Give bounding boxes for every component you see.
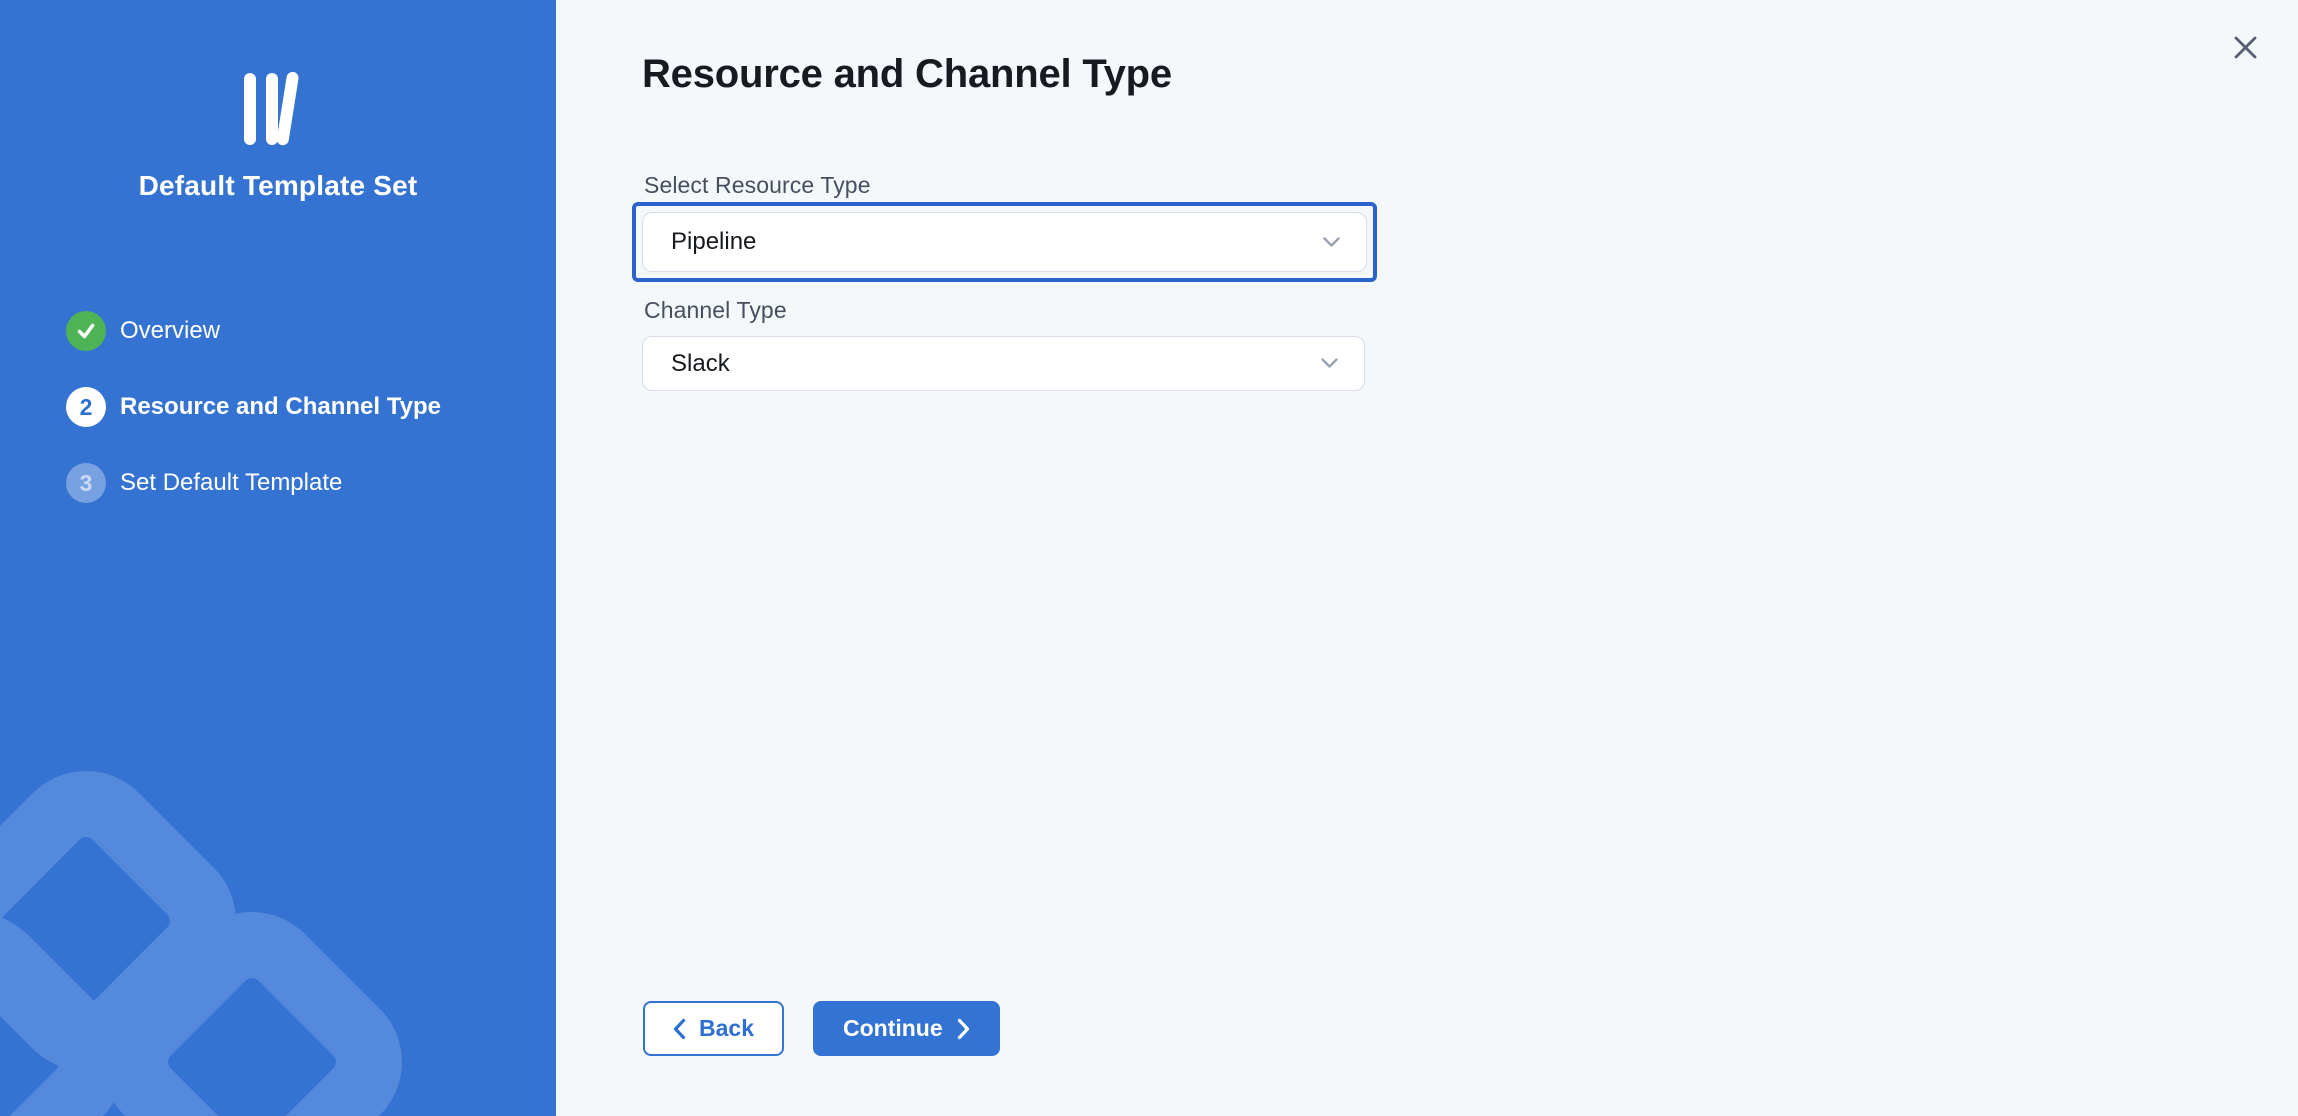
leaning-books-logo-icon: [244, 71, 312, 147]
continue-button-label: Continue: [843, 1015, 943, 1042]
wizard-modal: Default Template Set Overview 2 Resource…: [0, 0, 2298, 1116]
wizard-steps: Overview 2 Resource and Channel Type 3 S…: [66, 311, 441, 503]
step-label: Set Default Template: [120, 469, 342, 497]
close-button[interactable]: [2224, 26, 2266, 68]
back-button-label: Back: [699, 1015, 754, 1042]
channel-type-select[interactable]: Slack: [642, 336, 1365, 391]
check-icon: [75, 320, 97, 342]
resource-type-label: Select Resource Type: [644, 172, 871, 199]
close-icon: [2232, 34, 2259, 61]
step-number-badge: 3: [66, 463, 106, 503]
wizard-sidebar: Default Template Set Overview 2 Resource…: [0, 0, 556, 1116]
back-button[interactable]: Back: [643, 1001, 784, 1056]
resource-type-select-focus-ring: Pipeline: [632, 202, 1377, 282]
page-title: Resource and Channel Type: [642, 52, 1172, 97]
step-label: Resource and Channel Type: [120, 393, 441, 421]
step-overview[interactable]: Overview: [66, 311, 441, 351]
resource-type-select[interactable]: Pipeline: [642, 212, 1367, 272]
step-set-default-template[interactable]: 3 Set Default Template: [66, 463, 441, 503]
wizard-title: Default Template Set: [0, 170, 556, 202]
resource-type-value: Pipeline: [671, 228, 756, 256]
step-number-badge: 2: [66, 387, 106, 427]
chevron-down-icon: [1321, 358, 1338, 369]
channel-type-label: Channel Type: [644, 297, 787, 324]
continue-button[interactable]: Continue: [813, 1001, 1000, 1056]
chevron-down-icon: [1323, 237, 1340, 248]
wizard-content: Resource and Channel Type Select Resourc…: [556, 0, 2298, 1116]
step-resource-and-channel-type[interactable]: 2 Resource and Channel Type: [66, 387, 441, 427]
chevron-right-icon: [957, 1018, 970, 1040]
sidebar-watermark-pattern: [0, 0, 556, 1116]
app-logo: [0, 71, 556, 147]
channel-type-value: Slack: [671, 350, 730, 378]
chevron-left-icon: [673, 1018, 686, 1040]
step-complete-badge: [66, 311, 106, 351]
wizard-footer: Back Continue: [643, 1001, 1000, 1056]
step-label: Overview: [120, 317, 220, 345]
